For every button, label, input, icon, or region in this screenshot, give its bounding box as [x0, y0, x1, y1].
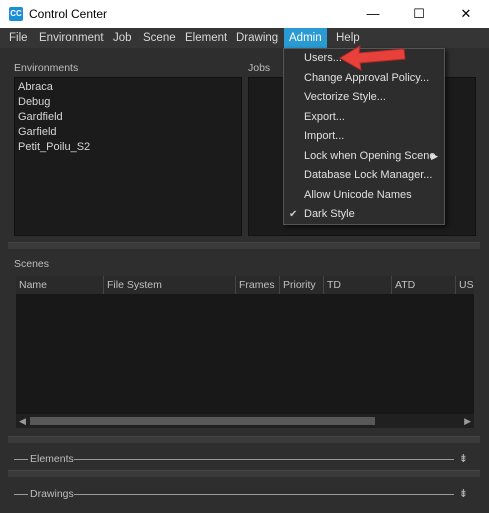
check-icon: ✔	[289, 209, 298, 220]
expand-handle-icon[interactable]: ⇟	[459, 487, 468, 501]
expand-handle-icon[interactable]: ⇟	[459, 452, 468, 466]
window-title: Control Center	[29, 7, 108, 21]
divider	[14, 494, 28, 495]
menu-item-import[interactable]: Import...	[284, 127, 444, 147]
menu-scene[interactable]: Scene	[138, 28, 181, 48]
divider	[14, 459, 28, 460]
submenu-arrow-icon: ▶	[431, 150, 438, 161]
column-header-td[interactable]: TD	[324, 276, 392, 294]
menu-item-export[interactable]: Export...	[284, 108, 444, 128]
scenes-table-header: Name File System Frames Priority TD ATD …	[16, 276, 474, 294]
menu-file[interactable]: File	[4, 28, 33, 48]
environments-list[interactable]: Abraca Debug Gardfield Garfield Petit_Po…	[14, 77, 242, 236]
divider	[74, 459, 454, 460]
splitter-handle[interactable]	[8, 470, 480, 477]
menu-item-vectorize-style[interactable]: Vectorize Style...	[284, 88, 444, 108]
maximize-button[interactable]: ☐	[396, 0, 442, 28]
menu-bar: File Environment Job Scene Element Drawi…	[0, 28, 489, 48]
column-header-atd[interactable]: ATD	[392, 276, 456, 294]
list-item[interactable]: Debug	[15, 95, 241, 110]
column-header-priority[interactable]: Priority	[280, 276, 324, 294]
column-header-frames[interactable]: Frames	[236, 276, 280, 294]
title-bar: CC Control Center — ☐ ✕	[0, 0, 489, 28]
scrollbar-thumb[interactable]	[30, 417, 375, 425]
elements-section[interactable]: Elements ⇟	[14, 452, 476, 466]
menu-drawing[interactable]: Drawing	[231, 28, 283, 48]
scenes-table-body[interactable]	[16, 294, 474, 414]
horizontal-scrollbar[interactable]: ◀ ▶	[16, 414, 474, 428]
column-header-file-system[interactable]: File System	[104, 276, 236, 294]
drawings-section[interactable]: Drawings ⇟	[14, 487, 476, 501]
menu-item-lock-when-opening-scene[interactable]: Lock when Opening Scene ▶	[284, 147, 444, 167]
divider	[74, 494, 454, 495]
list-item[interactable]: Petit_Poilu_S2	[15, 140, 241, 155]
minimize-button[interactable]: —	[350, 0, 396, 28]
menu-item-dark-style[interactable]: ✔ Dark Style	[284, 205, 444, 225]
splitter-handle[interactable]	[8, 436, 480, 443]
environments-label: Environments	[14, 62, 79, 74]
elements-label: Elements	[30, 453, 74, 465]
menu-admin[interactable]: Admin	[284, 28, 327, 48]
red-arrow-icon	[339, 45, 406, 71]
drawings-label: Drawings	[30, 488, 74, 500]
menu-item-allow-unicode-names[interactable]: Allow Unicode Names	[284, 186, 444, 206]
scroll-right-icon[interactable]: ▶	[464, 416, 471, 427]
column-header-use[interactable]: USE	[456, 276, 474, 294]
menu-item-label: Lock when Opening Scene	[304, 149, 436, 162]
jobs-label: Jobs	[248, 62, 271, 74]
admin-dropdown-menu: Users... Change Approval Policy... Vecto…	[283, 48, 445, 225]
splitter-handle[interactable]	[8, 242, 480, 249]
menu-item-label: Dark Style	[304, 208, 355, 220]
column-header-name[interactable]: Name	[16, 276, 104, 294]
scroll-left-icon[interactable]: ◀	[19, 416, 26, 427]
list-item[interactable]: Garfield	[15, 125, 241, 140]
menu-element[interactable]: Element	[180, 28, 232, 48]
list-item[interactable]: Abraca	[15, 80, 241, 95]
app-icon: CC	[9, 7, 23, 21]
menu-item-database-lock-manager[interactable]: Database Lock Manager...	[284, 166, 444, 186]
close-button[interactable]: ✕	[443, 0, 489, 28]
list-item[interactable]: Gardfield	[15, 110, 241, 125]
menu-job[interactable]: Job	[108, 28, 137, 48]
menu-environment[interactable]: Environment	[34, 28, 109, 48]
scenes-label: Scenes	[14, 258, 50, 270]
